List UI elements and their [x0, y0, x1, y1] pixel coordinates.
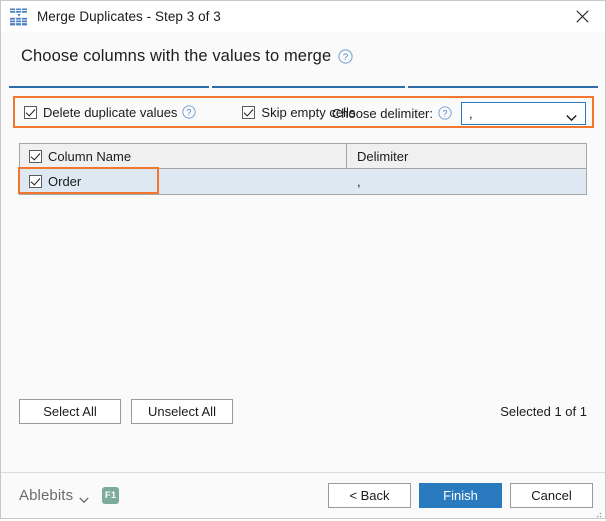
back-button[interactable]: < Back: [328, 483, 411, 508]
close-button[interactable]: [560, 1, 605, 32]
delimiter-select-value: ,: [469, 105, 473, 121]
resize-grip[interactable]: [592, 506, 602, 518]
row-delimiter-cell[interactable]: ,: [347, 169, 586, 194]
row-column-name-label: Order: [48, 174, 82, 189]
choose-delimiter-label: Choose delimiter:: [331, 105, 433, 121]
help-circle-icon[interactable]: ?: [438, 106, 452, 120]
cancel-button[interactable]: Cancel: [510, 483, 593, 508]
merge-duplicates-icon: [9, 8, 29, 26]
grid-header-row: Column Name Delimiter: [20, 144, 586, 169]
close-icon: [576, 10, 589, 23]
svg-text:?: ?: [343, 52, 348, 63]
select-all-checkbox[interactable]: [29, 149, 42, 163]
delimiter-group: Choose delimiter: ? ,: [332, 100, 586, 126]
row-delimiter-value: ,: [357, 174, 361, 189]
delete-duplicate-values-label: Delete duplicate values: [43, 104, 178, 120]
dialog-body: Delete duplicate values ? Skip empty cel…: [1, 94, 605, 472]
delimiter-select[interactable]: ,: [461, 101, 586, 125]
grid-header-column-name: Column Name: [20, 144, 347, 168]
ablebits-menu[interactable]: Ablebits: [19, 487, 89, 504]
grid-header-column-name-label: Column Name: [48, 148, 132, 164]
svg-text:?: ?: [443, 108, 448, 118]
ablebits-brand-label: Ablebits: [19, 487, 74, 504]
help-circle-icon[interactable]: ?: [182, 105, 197, 119]
select-all-button[interactable]: Select All: [19, 399, 121, 424]
step-progress-bar: [1, 80, 605, 94]
window-title: Merge Duplicates - Step 3 of 3: [37, 9, 221, 24]
finish-button[interactable]: Finish: [419, 483, 502, 508]
dialog-footer: Ablebits F1 < Back Finish Cancel: [1, 472, 605, 518]
delete-duplicate-values-option[interactable]: Delete duplicate values ?: [24, 104, 197, 120]
selected-count-label: Selected 1 of 1: [500, 404, 587, 419]
options-row: Delete duplicate values ? Skip empty cel…: [13, 96, 594, 128]
step-segment-1: [9, 86, 209, 88]
table-row[interactable]: Order ,: [18, 167, 586, 194]
title-bar: Merge Duplicates - Step 3 of 3: [1, 1, 605, 32]
merge-duplicates-dialog: Merge Duplicates - Step 3 of 3 Choose co…: [0, 0, 606, 519]
step-segment-3: [408, 86, 598, 88]
chevron-down-icon: [79, 492, 89, 504]
svg-text:?: ?: [187, 107, 192, 117]
f1-help-badge[interactable]: F1: [102, 487, 120, 504]
skip-empty-cells-checkbox[interactable]: [242, 105, 256, 119]
footer-buttons: < Back Finish Cancel: [328, 483, 593, 508]
chevron-down-icon: [566, 110, 577, 122]
selection-actions-row: Select All Unselect All Selected 1 of 1: [19, 399, 587, 424]
columns-grid: Column Name Delimiter Order ,: [18, 143, 587, 195]
step-segment-2: [212, 86, 405, 88]
delete-duplicate-values-checkbox[interactable]: [24, 105, 37, 119]
help-circle-icon[interactable]: ?: [338, 48, 353, 64]
grid-header-delimiter-label: Delimiter: [357, 148, 409, 164]
dialog-header: Choose columns with the values to merge …: [1, 32, 605, 80]
row-checkbox[interactable]: [29, 175, 42, 188]
page-title: Choose columns with the values to merge: [21, 46, 332, 65]
row-column-name-cell[interactable]: Order: [20, 169, 347, 194]
grid-header-delimiter: Delimiter: [347, 144, 586, 168]
unselect-all-button[interactable]: Unselect All: [131, 399, 233, 424]
